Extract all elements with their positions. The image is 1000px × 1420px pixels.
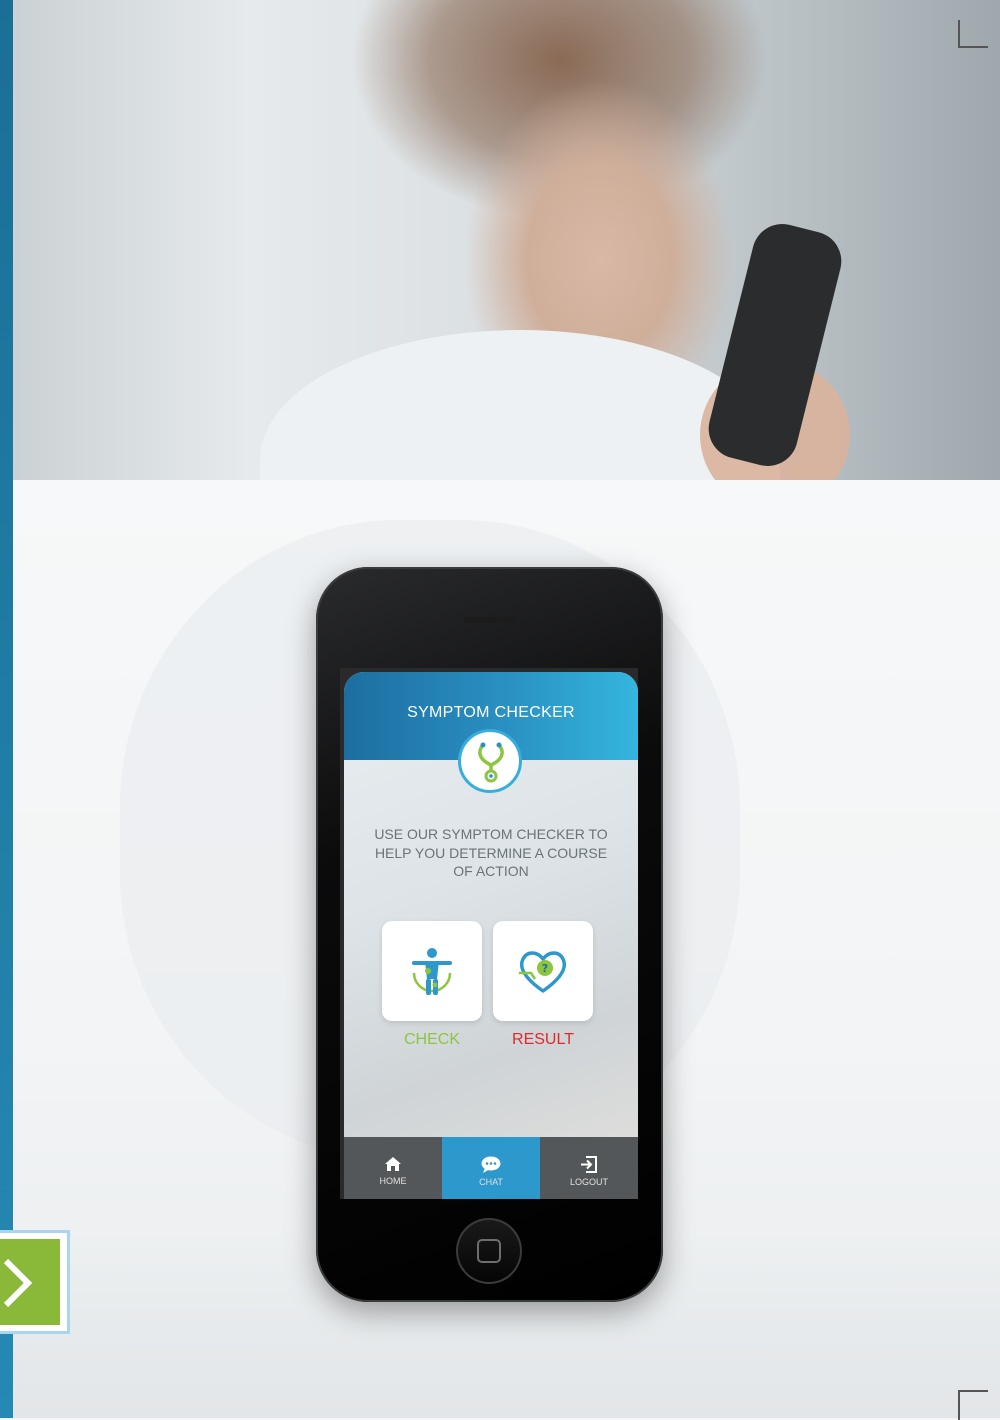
phone-screen: SYMPTOM CHECKER USE OUR SYMPTOM CHECKER … xyxy=(340,668,638,1199)
phone-speaker xyxy=(464,617,516,623)
result-label[interactable]: RESULT xyxy=(493,1031,593,1049)
nav-item-home[interactable]: HOME xyxy=(344,1137,442,1199)
app-description: USE OUR SYMPTOM CHECKER TO HELP YOU DETE… xyxy=(374,826,608,879)
chevron-right-icon xyxy=(3,1258,33,1308)
heart-question-icon: ? xyxy=(519,951,567,993)
chat-icon xyxy=(481,1156,501,1173)
crop-mark-top-right xyxy=(958,20,988,48)
bottom-nav-bar: HOME CHAT LOGOUT xyxy=(344,1137,638,1199)
stethoscope-icon xyxy=(478,742,504,783)
crop-mark-bottom-right xyxy=(958,1390,988,1420)
nav-label-home: HOME xyxy=(379,1176,407,1186)
nav-label-logout: LOGOUT xyxy=(569,1177,608,1187)
smartphone-mockup: SYMPTOM CHECKER USE OUR SYMPTOM CHECKER … xyxy=(316,567,663,1302)
check-button[interactable] xyxy=(382,921,482,1021)
background-photo-doctor xyxy=(0,0,1000,590)
nav-label-chat: CHAT xyxy=(479,1177,503,1187)
app-title: SYMPTOM CHECKER xyxy=(407,704,575,721)
result-button[interactable]: ? xyxy=(493,921,593,1021)
home-icon xyxy=(385,1157,401,1171)
body-figure-icon xyxy=(412,948,452,995)
nav-item-logout[interactable]: LOGOUT xyxy=(540,1137,638,1199)
home-button-square-icon xyxy=(477,1239,501,1263)
svg-text:?: ? xyxy=(542,962,548,975)
symptom-checker-app: SYMPTOM CHECKER USE OUR SYMPTOM CHECKER … xyxy=(344,672,638,1199)
next-page-arrow-button[interactable] xyxy=(0,1230,70,1334)
logout-icon xyxy=(581,1156,597,1173)
check-label[interactable]: CHECK xyxy=(382,1031,482,1049)
phone-home-button[interactable] xyxy=(456,1218,522,1284)
nav-item-chat[interactable]: CHAT xyxy=(442,1137,540,1199)
left-accent-bar xyxy=(0,0,13,1418)
stethoscope-logo xyxy=(458,729,522,793)
